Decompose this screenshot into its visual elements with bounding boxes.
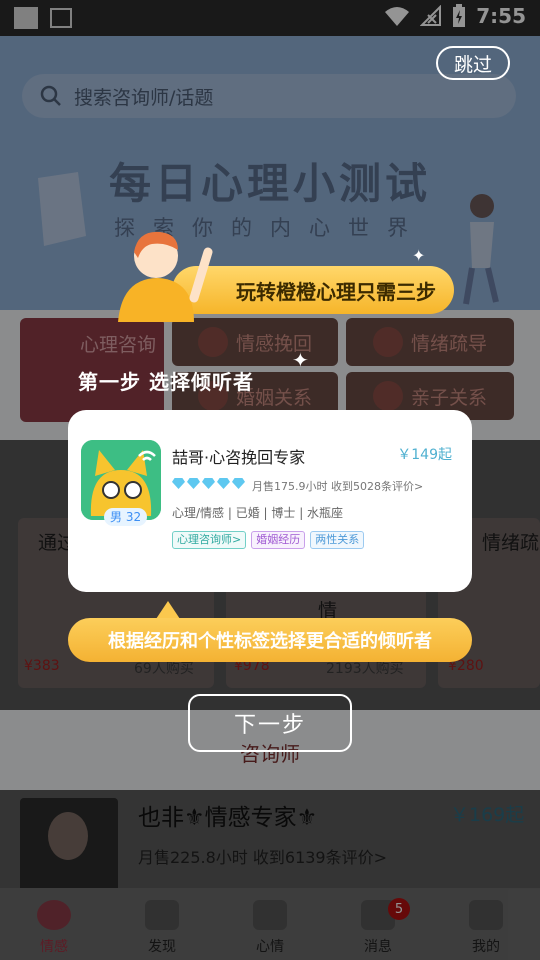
tip-pointer	[156, 601, 180, 619]
tag-chip: 婚姻经历	[251, 531, 306, 549]
sparkle-icon: ✦	[292, 348, 309, 372]
gender-age-badge: 男 32	[104, 508, 148, 526]
diamond-icon	[202, 478, 215, 489]
guide-tip: 根据经历和个性标签选择更合适的倾听者	[68, 618, 472, 662]
listener-name: 喆哥·心咨挽回专家	[172, 448, 306, 467]
listener-info: 心理/情感 | 已婚 | 博士 | 水瓶座	[172, 506, 344, 520]
listener-tags: 心理咨询师> 婚姻经历 两性关系	[172, 531, 365, 549]
diamond-icon	[217, 478, 230, 489]
tag-chip[interactable]: 心理咨询师>	[172, 531, 247, 549]
listener-price: ￥149起	[397, 447, 452, 463]
skip-button[interactable]: 跳过	[436, 46, 510, 80]
rating-diamonds	[172, 478, 245, 489]
step-label: 第一步 选择倾听者	[78, 370, 254, 394]
diamond-icon	[232, 478, 245, 489]
next-step-button[interactable]: 下一步	[188, 694, 352, 752]
listener-card[interactable]: 男 32 喆哥·心咨挽回专家 ￥149起 月售175.9小时 收到5028条评价…	[68, 410, 472, 592]
tag-chip: 两性关系	[310, 531, 365, 549]
mascot-illustration-icon	[118, 231, 213, 322]
diamond-icon	[172, 478, 185, 489]
sparkle-icon: ✦	[412, 246, 426, 265]
guide-banner-text: 玩转橙橙心理只需三步	[236, 279, 436, 304]
listener-stats: 月售175.9小时 收到5028条评价>	[252, 480, 424, 493]
diamond-icon	[187, 478, 200, 489]
